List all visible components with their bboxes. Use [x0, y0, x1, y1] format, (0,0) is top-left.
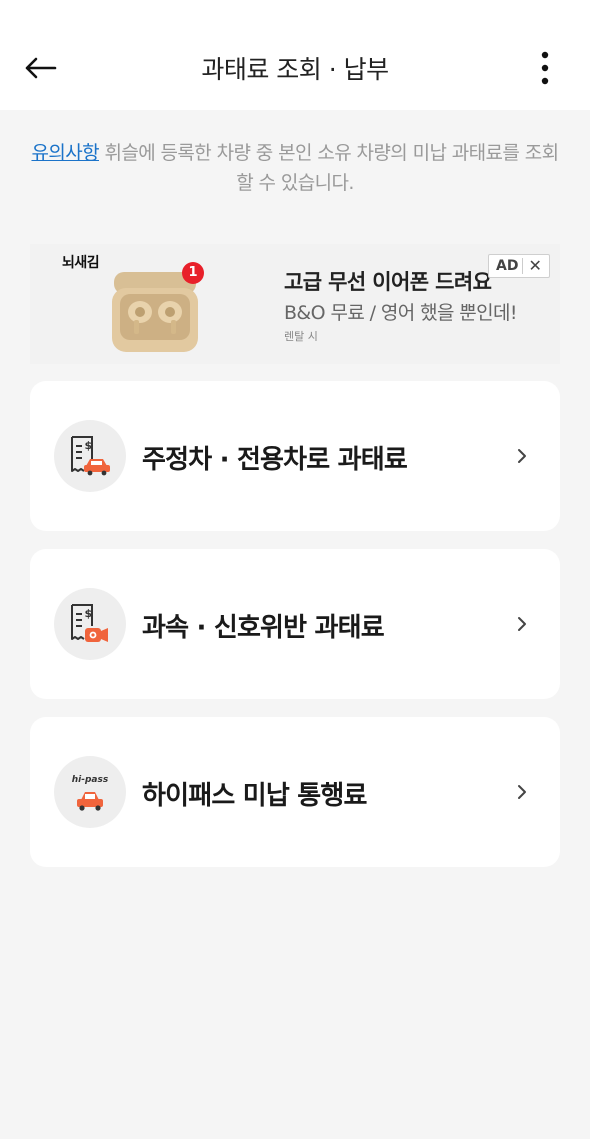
chevron-right-icon	[518, 617, 526, 631]
close-icon[interactable]: ✕	[523, 258, 541, 274]
chevron-right-icon	[518, 449, 526, 463]
menu-item-hipass-toll[interactable]: hi-pass 하이패스 미납 통행료	[30, 717, 560, 867]
parking-fine-icon: $	[54, 420, 126, 492]
ad-brand-logo: 뇌새김	[62, 255, 100, 271]
more-options-button[interactable]	[526, 46, 564, 90]
menu-item-label: 하이패스 미납 통행료	[142, 781, 367, 811]
ad-label: AD ✕	[488, 254, 550, 278]
notice-description: 휘슬에 등록한 차량 중 본인 소유 차량의 미납 과태료를 조회할 수 있습니…	[99, 142, 559, 194]
menu-item-speed-fine[interactable]: $ 과속 · 신호위반 과태료	[30, 549, 560, 699]
chevron-right-icon	[518, 785, 526, 799]
ad-subtext: 렌탈 시	[284, 330, 318, 343]
hipass-toll-icon: hi-pass	[54, 756, 126, 828]
menu-item-label: 주정차 · 전용차로 과태료	[142, 445, 408, 475]
ad-title: 고급 무선 이어폰 드려요	[284, 270, 492, 294]
app-header: 과태료 조회 · 납부	[0, 0, 590, 110]
menu-item-parking-fine[interactable]: $ 주정차 · 전용차로 과태료	[30, 381, 560, 531]
svg-text:$: $	[85, 439, 93, 452]
notice-link[interactable]: 유의사항	[31, 142, 99, 164]
speed-camera-fine-icon: $	[54, 588, 126, 660]
hipass-logo-text: hi-pass	[72, 775, 109, 785]
menu-item-label: 과속 · 신호위반 과태료	[142, 613, 385, 643]
ad-tag-text: AD	[489, 258, 524, 274]
ad-banner[interactable]: 뇌새김 1 고급 무선 이어폰 드려요 B&O 무료 / 영어 했을 뿐인데! …	[30, 244, 560, 364]
more-vertical-icon	[541, 51, 549, 85]
notification-badge: 1	[182, 262, 204, 284]
page-title: 과태료 조회 · 납부	[201, 55, 389, 84]
svg-text:$: $	[85, 607, 93, 620]
notice-text: 유의사항 휘슬에 등록한 차량 중 본인 소유 차량의 미납 과태료를 조회할 …	[28, 138, 562, 198]
ad-description: B&O 무료 / 영어 했을 뿐인데!	[284, 302, 518, 324]
